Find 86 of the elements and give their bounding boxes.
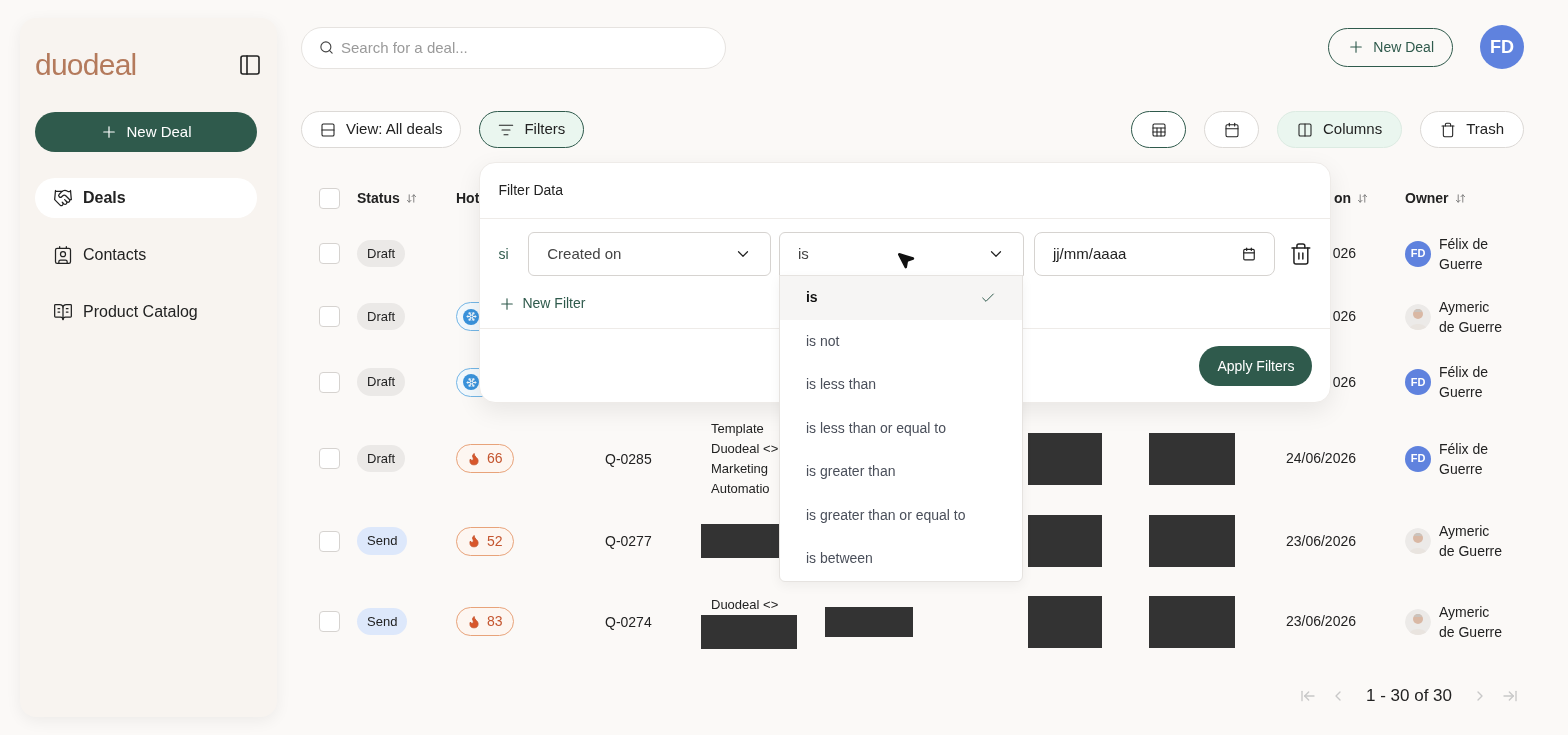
column-header[interactable]: Status [357,187,400,209]
dropdown-option[interactable]: is less than [779,363,1022,407]
delete-filter-icon[interactable] [1288,242,1313,266]
deal-name: Template Duodeal <> Marketing Automatio [711,419,780,498]
owner-name: Félix de Guerre [1439,234,1490,274]
hot-score-tag: 52 [456,526,514,556]
owner-name: Félix de Guerre [1439,363,1490,402]
owner-name: Aymeric de Guerre [1439,602,1504,642]
column-header[interactable]: Owner [1405,187,1449,209]
conjunction-label: si [498,244,510,264]
sort-icon[interactable] [1357,192,1369,204]
nav-item[interactable]: Product Catalog [35,292,257,332]
new-deal-button[interactable]: New Deal [35,112,257,152]
column-header[interactable]: Hot [456,190,480,206]
row-checkbox[interactable] [319,448,340,469]
new-filter-button[interactable]: New Filter [498,293,586,314]
trash-icon [1440,121,1457,138]
panel-title: Filter Data [498,181,564,200]
sort-icon[interactable] [405,192,417,204]
created-date: 23/06/2026 [1285,531,1356,551]
row-checkbox[interactable] [319,243,340,264]
created-date: 026 [1332,307,1356,326]
row-checkbox[interactable] [319,530,340,552]
page-range: 1 - 30 of 30 [1365,685,1453,707]
avatar: FD [1405,369,1431,395]
view-button[interactable]: View: All deals [301,111,462,148]
snowflake-icon [465,376,477,388]
handshake-icon [53,188,73,208]
table-icon [1150,121,1167,138]
contact-card-icon [53,245,73,265]
dropdown-option[interactable]: is greater than [779,450,1022,494]
snowflake-icon [465,311,477,322]
row-checkbox[interactable] [319,306,340,327]
field-select[interactable]: Created on [528,232,771,276]
quote-number: Q-0277 [605,533,652,549]
dropdown-option[interactable]: is greater than or equal to [779,493,1022,537]
nav-item[interactable]: Deals [35,178,257,218]
status-tag: Draft [357,239,406,268]
status-tag: Send [357,527,408,555]
calendar-icon [1241,247,1256,261]
select-all-checkbox[interactable] [319,187,340,209]
status-tag: Draft [357,368,406,396]
created-date: 026 [1332,244,1356,263]
user-avatar[interactable]: FD [1480,25,1524,69]
search-field[interactable]: Search for a deal... [301,26,726,69]
row-checkbox[interactable] [319,371,340,393]
dropdown-option[interactable]: is not [779,319,1022,363]
quote-number: Q-0285 [605,450,652,467]
hot-score-tag: 83 [456,607,514,636]
owner-name: Félix de Guerre [1439,439,1490,479]
flame-icon [467,534,481,548]
hot-score-tag: 66 [456,444,514,473]
nav-item[interactable]: Contacts [35,235,257,275]
quote-number: Q-0274 [605,613,652,630]
dropdown-option[interactable]: is [779,276,1022,320]
avatar: FD [1405,445,1431,472]
logo: duodeal [35,50,137,80]
created-date: 23/06/2026 [1285,612,1356,631]
apply-filters-button[interactable]: Apply Filters [1199,346,1313,386]
columns-button[interactable]: Columns [1277,111,1403,148]
view-toggle-button[interactable] [1131,111,1186,148]
status-tag: Draft [357,302,406,331]
created-date: 026 [1332,372,1356,392]
flame-icon [467,614,481,629]
status-tag: Draft [357,444,406,473]
filters-button[interactable]: Filters [479,111,585,148]
date-field[interactable]: jj/mm/aaaa [1033,232,1275,276]
book-icon [53,302,73,322]
owner-name: Aymeric de Guerre [1439,522,1504,561]
column-header[interactable]: on [1334,187,1352,209]
sort-icon[interactable] [1454,192,1466,204]
deal-name: Duodeal <> [711,595,780,614]
rows-icon [320,121,336,138]
avatar: FD [1405,240,1431,267]
flame-icon [467,451,481,466]
calendar-icon [1223,121,1240,138]
dropdown-option[interactable]: is between [779,537,1022,581]
row-checkbox[interactable] [319,611,340,632]
created-date: 24/06/2026 [1285,449,1356,468]
columns-icon [1297,121,1313,138]
dropdown-option[interactable]: is less than or equal to [779,406,1022,450]
trash-button[interactable]: Trash [1420,111,1524,148]
owner-name: Aymeric de Guerre [1439,297,1504,337]
search-icon [319,39,334,55]
sidebar-toggle-icon[interactable] [238,53,262,77]
status-tag: Send [357,607,408,636]
